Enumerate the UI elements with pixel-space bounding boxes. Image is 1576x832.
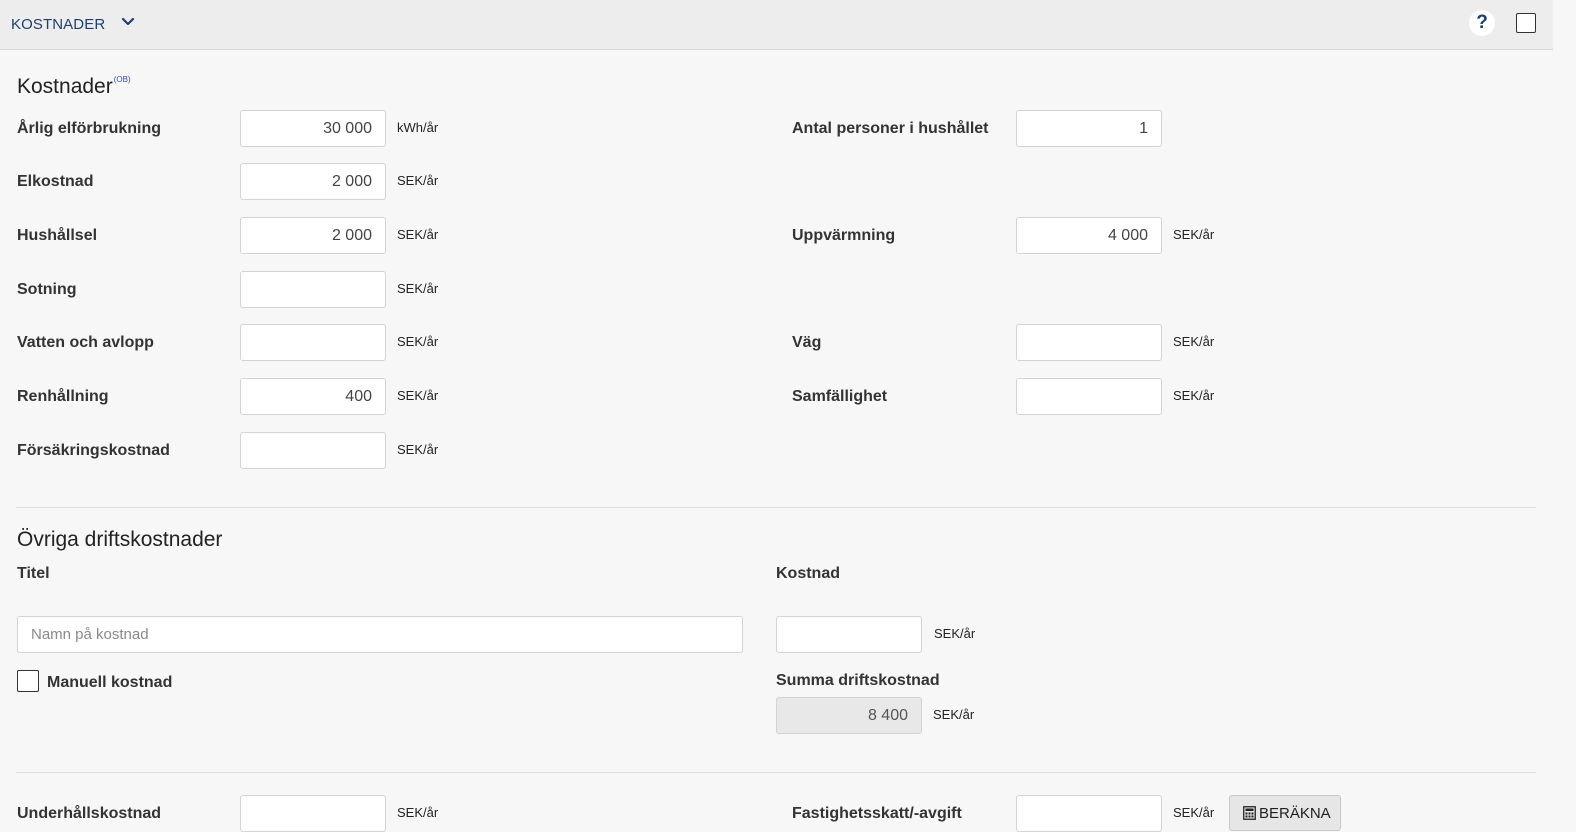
label-antal-personer: Antal personer i hushållet <box>792 120 989 137</box>
label-arlig-elforbrukning: Årlig elförbrukning <box>17 120 161 137</box>
uppvarmning-input[interactable] <box>1016 217 1162 254</box>
forsakringskostnad-input[interactable] <box>240 432 386 469</box>
unit-vag: SEK/år <box>1173 334 1215 349</box>
arlig-elforbrukning-input[interactable] <box>240 110 386 147</box>
unit-cost-amount: SEK/år <box>934 626 976 641</box>
label-fastighetsskatt: Fastighetsskatt/-avgift <box>792 805 962 822</box>
unit-vatten-och-avlopp: SEK/år <box>397 334 439 349</box>
label-elkostnad: Elkostnad <box>17 173 94 190</box>
ob-badge: (OB) <box>113 75 131 84</box>
calculate-button[interactable]: BERÄKNA <box>1229 795 1341 831</box>
fastighetsskatt-input[interactable] <box>1016 795 1162 832</box>
help-icon[interactable]: ? <box>1469 10 1495 36</box>
label-forsakringskostnad: Försäkringskostnad <box>17 442 170 459</box>
column-header-titel: Titel <box>17 565 50 582</box>
manual-cost-checkbox[interactable] <box>17 670 39 692</box>
antal-personer-input[interactable] <box>1016 110 1162 147</box>
renhallning-input[interactable] <box>240 378 386 415</box>
unit-renhallning: SEK/år <box>397 388 439 403</box>
vatten-och-avlopp-input[interactable] <box>240 324 386 361</box>
section-heading-ovriga: Övriga driftskostnader <box>17 528 223 551</box>
cost-amount-input[interactable] <box>776 616 922 653</box>
divider <box>16 772 1536 773</box>
vag-input[interactable] <box>1016 324 1162 361</box>
unit-samfallighet: SEK/år <box>1173 388 1215 403</box>
calculator-icon <box>1243 806 1256 820</box>
unit-uppvarmning: SEK/år <box>1173 227 1215 242</box>
manual-cost-label[interactable]: Manuell kostnad <box>47 674 172 692</box>
label-uppvarmning: Uppvärmning <box>792 227 896 244</box>
cost-name-input[interactable] <box>17 616 743 653</box>
label-underhallskostnad: Underhållskostnad <box>17 805 162 822</box>
header-checkbox[interactable] <box>1516 13 1536 33</box>
underhallskostnad-input[interactable] <box>240 795 386 832</box>
elkostnad-input[interactable] <box>240 163 386 200</box>
chevron-down-icon[interactable] <box>120 14 136 30</box>
unit-elkostnad: SEK/år <box>397 173 439 188</box>
unit-forsakringskostnad: SEK/år <box>397 442 439 457</box>
divider <box>16 507 1536 508</box>
unit-fastighetsskatt: SEK/år <box>1173 805 1215 820</box>
calculate-button-label: BERÄKNA <box>1259 805 1331 822</box>
summa-driftskostnad-field <box>776 697 922 734</box>
unit-arlig-elforbrukning: kWh/år <box>397 120 439 135</box>
top-bar: KOSTNADER ? <box>0 0 1553 50</box>
label-vag: Väg <box>792 334 822 351</box>
unit-summa-driftskostnad: SEK/år <box>933 707 975 722</box>
label-hushallsel: Hushållsel <box>17 227 98 244</box>
label-sotning: Sotning <box>17 281 77 298</box>
scrollbar[interactable] <box>1553 0 1576 824</box>
samfallighet-input[interactable] <box>1016 378 1162 415</box>
label-vatten-och-avlopp: Vatten och avlopp <box>17 334 154 351</box>
column-header-kostnad: Kostnad <box>776 565 840 582</box>
label-samfallighet: Samfällighet <box>792 388 888 405</box>
unit-underhallskostnad: SEK/år <box>397 805 439 820</box>
unit-sotning: SEK/år <box>397 281 439 296</box>
label-summa-driftskostnad: Summa driftskostnad <box>776 672 940 689</box>
section-heading-kostnader: Kostnader(OB) <box>17 75 131 98</box>
section-selector-label[interactable]: KOSTNADER <box>11 16 105 33</box>
hushallsel-input[interactable] <box>240 217 386 254</box>
unit-hushallsel: SEK/år <box>397 227 439 242</box>
label-renhallning: Renhållning <box>17 388 109 405</box>
sotning-input[interactable] <box>240 271 386 308</box>
